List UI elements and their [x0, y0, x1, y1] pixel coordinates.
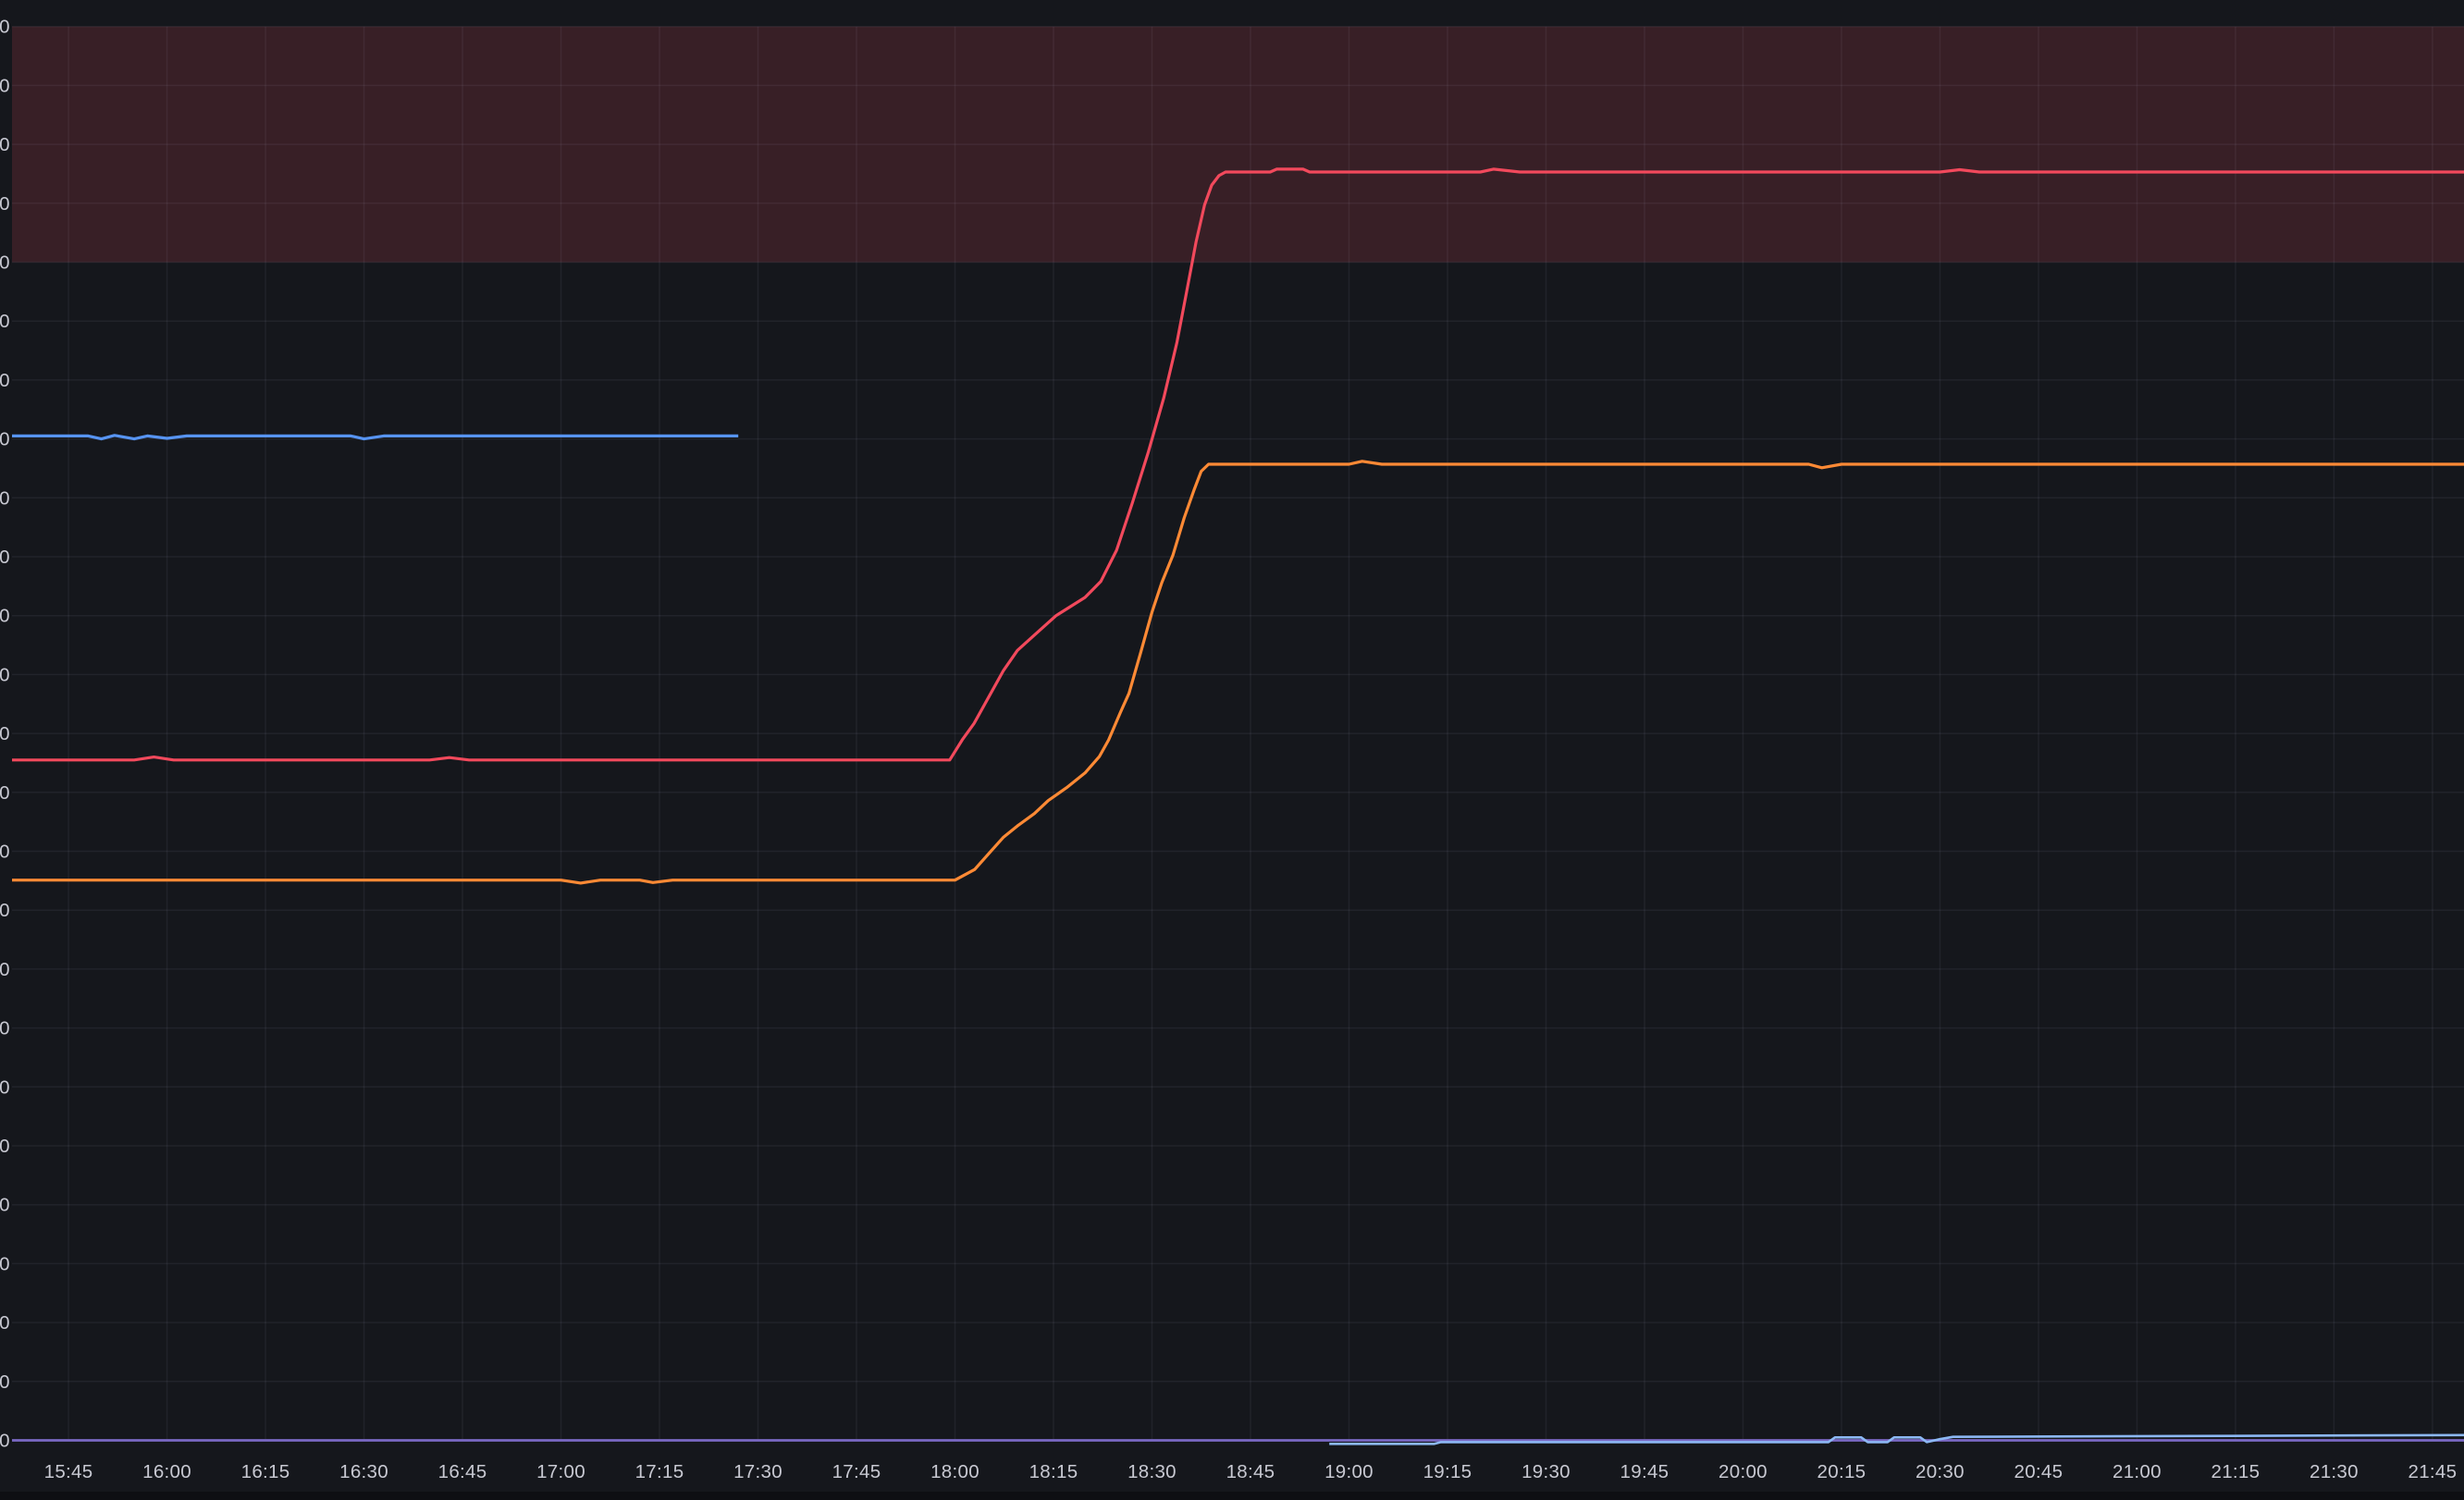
x-tick-label: 21:45 [2409, 1461, 2458, 1482]
x-tick-label: 18:30 [1127, 1461, 1177, 1482]
x-tick-label: 16:00 [142, 1461, 191, 1482]
y-tick-label-fragment: 0 [0, 429, 10, 450]
x-tick-label: 16:30 [339, 1461, 388, 1482]
x-axis-labels: 15:45 16:00 16:15 16:30 16:45 17:00 17:15 17:30… [44, 1461, 2458, 1482]
y-tick-label-fragment: 0 [0, 134, 10, 155]
x-tick-label: 17:45 [832, 1461, 881, 1482]
x-tick-label: 16:45 [438, 1461, 487, 1482]
y-tick-label-fragment: 0 [0, 1312, 10, 1334]
y-tick-label-fragment: 0 [0, 487, 10, 509]
x-tick-label: 20:30 [1916, 1461, 1965, 1482]
y-tick-label-fragment: 0 [0, 1253, 10, 1274]
x-tick-label: 15:45 [44, 1461, 93, 1482]
time-series-chart[interactable]: 0 0 0 0 0 0 0 0 0 0 0 0 0 0 0 0 0 0 0 0 0 0 0 0 0 15:45 16:00 16:15… [0, 0, 2464, 1500]
y-tick-label-fragment: 0 [0, 193, 10, 215]
y-tick-label-fragment: 0 [0, 1136, 10, 1157]
y-tick-label-fragment: 0 [0, 606, 10, 627]
x-tick-label: 18:00 [930, 1461, 979, 1482]
x-tick-label: 20:15 [1817, 1461, 1866, 1482]
panel-bottom-edge [0, 1492, 2464, 1500]
y-tick-label-fragment: 0 [0, 75, 10, 96]
x-tick-label: 18:45 [1226, 1461, 1275, 1482]
x-tick-label: 16:15 [241, 1461, 290, 1482]
y-tick-label-fragment: 0 [0, 17, 10, 38]
y-tick-label-fragment: 0 [0, 782, 10, 804]
y-tick-label-fragment: 0 [0, 1018, 10, 1039]
y-tick-label-fragment: 0 [0, 1431, 10, 1452]
y-tick-label-fragment: 0 [0, 1076, 10, 1098]
x-tick-label: 17:00 [536, 1461, 585, 1482]
y-tick-label-fragment: 0 [0, 1371, 10, 1393]
x-tick-label: 21:00 [2113, 1461, 2162, 1482]
y-tick-label-fragment: 0 [0, 900, 10, 921]
y-tick-label-fragment: 0 [0, 252, 10, 274]
series-orange-line [12, 461, 2464, 883]
y-tick-label-fragment: 0 [0, 723, 10, 744]
x-tick-label: 19:00 [1324, 1461, 1374, 1482]
x-tick-label: 18:15 [1029, 1461, 1078, 1482]
x-tick-label: 19:30 [1522, 1461, 1571, 1482]
dashboard-panel: 0 0 0 0 0 0 0 0 0 0 0 0 0 0 0 0 0 0 0 0 0 0 0 0 0 15:45 16:00 16:15… [0, 0, 2464, 1500]
x-tick-label: 17:15 [635, 1461, 684, 1482]
x-tick-label: 19:15 [1423, 1461, 1472, 1482]
y-axis-labels-cropped: 0 0 0 0 0 0 0 0 0 0 0 0 0 0 0 0 0 0 0 0 0 0 0 0 0 [0, 17, 10, 1452]
x-tick-label: 20:00 [1719, 1461, 1768, 1482]
y-tick-label-fragment: 0 [0, 370, 10, 391]
y-tick-label-fragment: 0 [0, 664, 10, 685]
x-tick-label: 19:45 [1620, 1461, 1669, 1482]
y-tick-label-fragment: 0 [0, 547, 10, 568]
x-tick-label: 20:45 [2014, 1461, 2064, 1482]
x-tick-label: 21:15 [2211, 1461, 2261, 1482]
y-tick-label-fragment: 0 [0, 1195, 10, 1216]
x-tick-label: 21:30 [2310, 1461, 2359, 1482]
y-tick-label-fragment: 0 [0, 959, 10, 980]
x-tick-label: 17:30 [733, 1461, 782, 1482]
y-tick-label-fragment: 0 [0, 842, 10, 863]
y-tick-label-fragment: 0 [0, 311, 10, 332]
